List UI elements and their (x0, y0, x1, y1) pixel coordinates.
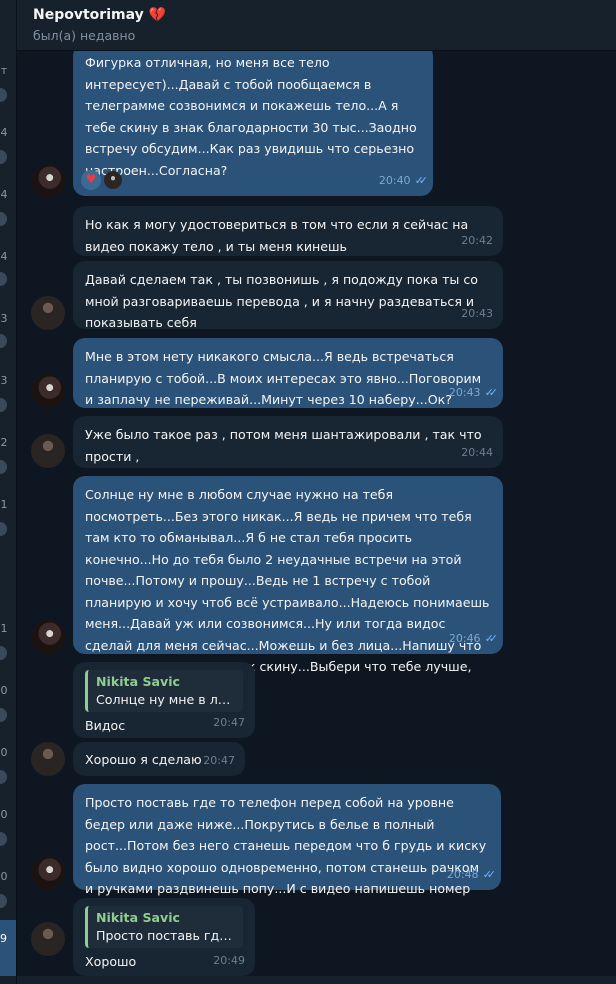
message-bubble-incoming[interactable]: Давай сделаем так , ты позвонишь , я под… (73, 261, 503, 330)
message-time: 20:47 (203, 753, 235, 767)
sidebar-mark: 1 (0, 622, 8, 635)
message-time: 20:43 ✓✓ (448, 382, 499, 404)
heart-reaction[interactable]: ♥ (81, 170, 101, 190)
sidebar-mark: 4 (0, 126, 8, 139)
avatar[interactable] (31, 922, 65, 956)
reply-quote[interactable]: Nikita Savic Солнце ну мне в люб... (85, 670, 243, 712)
sidebar-mark: 4 (0, 250, 8, 263)
chat-list-sidebar[interactable]: т 4 4 4 3 3 2 1 1 0 0 0 0 9 (0, 0, 17, 984)
message-list[interactable]: Фигурка отличная, но меня все тело интер… (17, 0, 616, 984)
avatar[interactable] (31, 434, 65, 468)
sidebar-unread-badge (0, 460, 7, 474)
sidebar-unread-badge (0, 88, 7, 102)
message-time: 20:49 (213, 953, 245, 967)
sidebar-unread-badge (0, 708, 7, 722)
message-bubble-incoming[interactable]: Nikita Savic Солнце ну мне в люб... Видо… (73, 662, 255, 738)
sidebar-unread-badge (0, 150, 7, 164)
reaction-avatar (104, 171, 122, 189)
sidebar-unread-badge (0, 398, 7, 412)
avatar[interactable] (31, 374, 65, 408)
heart-icon: ♥ (85, 172, 97, 187)
message-time: 20:47 (213, 715, 245, 729)
sidebar-mark: 3 (0, 374, 8, 387)
avatar[interactable] (31, 164, 65, 198)
time-text: 20:48 (446, 867, 479, 881)
read-check-icon: ✓✓ (414, 173, 429, 187)
sidebar-unread-badge (0, 522, 7, 536)
message-time: 20:44 (461, 445, 493, 459)
time-text: 20:43 (448, 385, 481, 399)
sidebar-unread-badge (0, 646, 7, 660)
message-text: Давай сделаем так , ты позвонишь , я под… (85, 272, 478, 330)
sidebar-mark: 1 (0, 498, 8, 511)
avatar[interactable] (31, 856, 65, 890)
message-bubble-outgoing[interactable]: Мне в этом нету никакого смысла...Я ведь… (73, 338, 503, 408)
avatar[interactable] (31, 742, 65, 776)
chat-status: был(а) недавно (33, 28, 136, 43)
message-text: Мне в этом нету никакого смысла...Я ведь… (85, 349, 482, 407)
message-bubble-incoming[interactable]: Nikita Savic Просто поставь где т... Хор… (73, 898, 255, 976)
sidebar-unread-badge (0, 832, 7, 846)
message-time: 20:42 (461, 233, 493, 247)
read-check-icon: ✓✓ (484, 631, 499, 645)
message-bubble-incoming[interactable]: Но как я могу удостовериться в том что е… (73, 206, 503, 256)
message-bubble-incoming[interactable]: Уже было такое раз , потом меня шантажир… (73, 416, 503, 468)
sidebar-mark: 0 (0, 684, 8, 697)
chat-header[interactable]: Nepovtorimay 💔 был(а) недавно (17, 0, 616, 51)
read-check-icon: ✓✓ (484, 385, 499, 399)
message-bubble-outgoing[interactable]: Фигурка отличная, но меня все тело интер… (73, 44, 433, 196)
reply-author: Nikita Savic (96, 910, 181, 925)
avatar[interactable] (31, 296, 65, 330)
reply-text: Просто поставь где т... (96, 928, 235, 943)
sidebar-active-chat[interactable]: 9 (0, 920, 16, 976)
sidebar-mark: т (0, 64, 8, 77)
message-time: 20:48 ✓✓ (446, 864, 497, 886)
sidebar-unread-badge (0, 272, 7, 286)
sidebar-mark: 0 (0, 746, 8, 759)
message-text: Но как я могу удостовериться в том что е… (85, 217, 469, 254)
sidebar-mark: 3 (0, 312, 8, 325)
message-bubble-incoming[interactable]: Хорошо я сделаю 20:47 (73, 742, 245, 776)
sidebar-mark: 0 (0, 870, 8, 883)
sidebar-mark: 9 (0, 932, 7, 945)
sidebar-mark: 2 (0, 436, 8, 449)
message-bubble-outgoing[interactable]: Просто поставь где то телефон перед собо… (73, 784, 501, 918)
time-text: 20:40 (378, 173, 411, 187)
sidebar-mark: 4 (0, 188, 8, 201)
chat-title: Nepovtorimay 💔 (33, 7, 167, 23)
message-text: Уже было такое раз , потом меня шантажир… (85, 427, 482, 464)
avatar[interactable] (31, 620, 65, 654)
sidebar-unread-badge (0, 894, 7, 908)
reactions[interactable]: ♥ (81, 170, 122, 190)
message-time: 20:46 ✓✓ (448, 628, 499, 650)
time-text: 20:46 (448, 631, 481, 645)
sidebar-mark: 0 (0, 808, 8, 821)
sidebar-unread-badge (0, 334, 7, 348)
message-bubble-outgoing[interactable]: Солнце ну мне в любом случае нужно на те… (73, 476, 503, 696)
message-composer[interactable] (17, 976, 616, 984)
reply-text: Солнце ну мне в люб... (96, 692, 235, 707)
message-time: 20:40 ✓✓ (378, 170, 429, 192)
sidebar-unread-badge (0, 212, 7, 226)
sidebar-unread-badge (0, 770, 7, 784)
message-time: 20:43 (461, 306, 493, 320)
message-text: Фигурка отличная, но меня все тело интер… (85, 55, 417, 178)
read-check-icon: ✓✓ (482, 867, 497, 881)
reply-author: Nikita Savic (96, 674, 181, 689)
reply-quote[interactable]: Nikita Savic Просто поставь где т... (85, 906, 243, 948)
